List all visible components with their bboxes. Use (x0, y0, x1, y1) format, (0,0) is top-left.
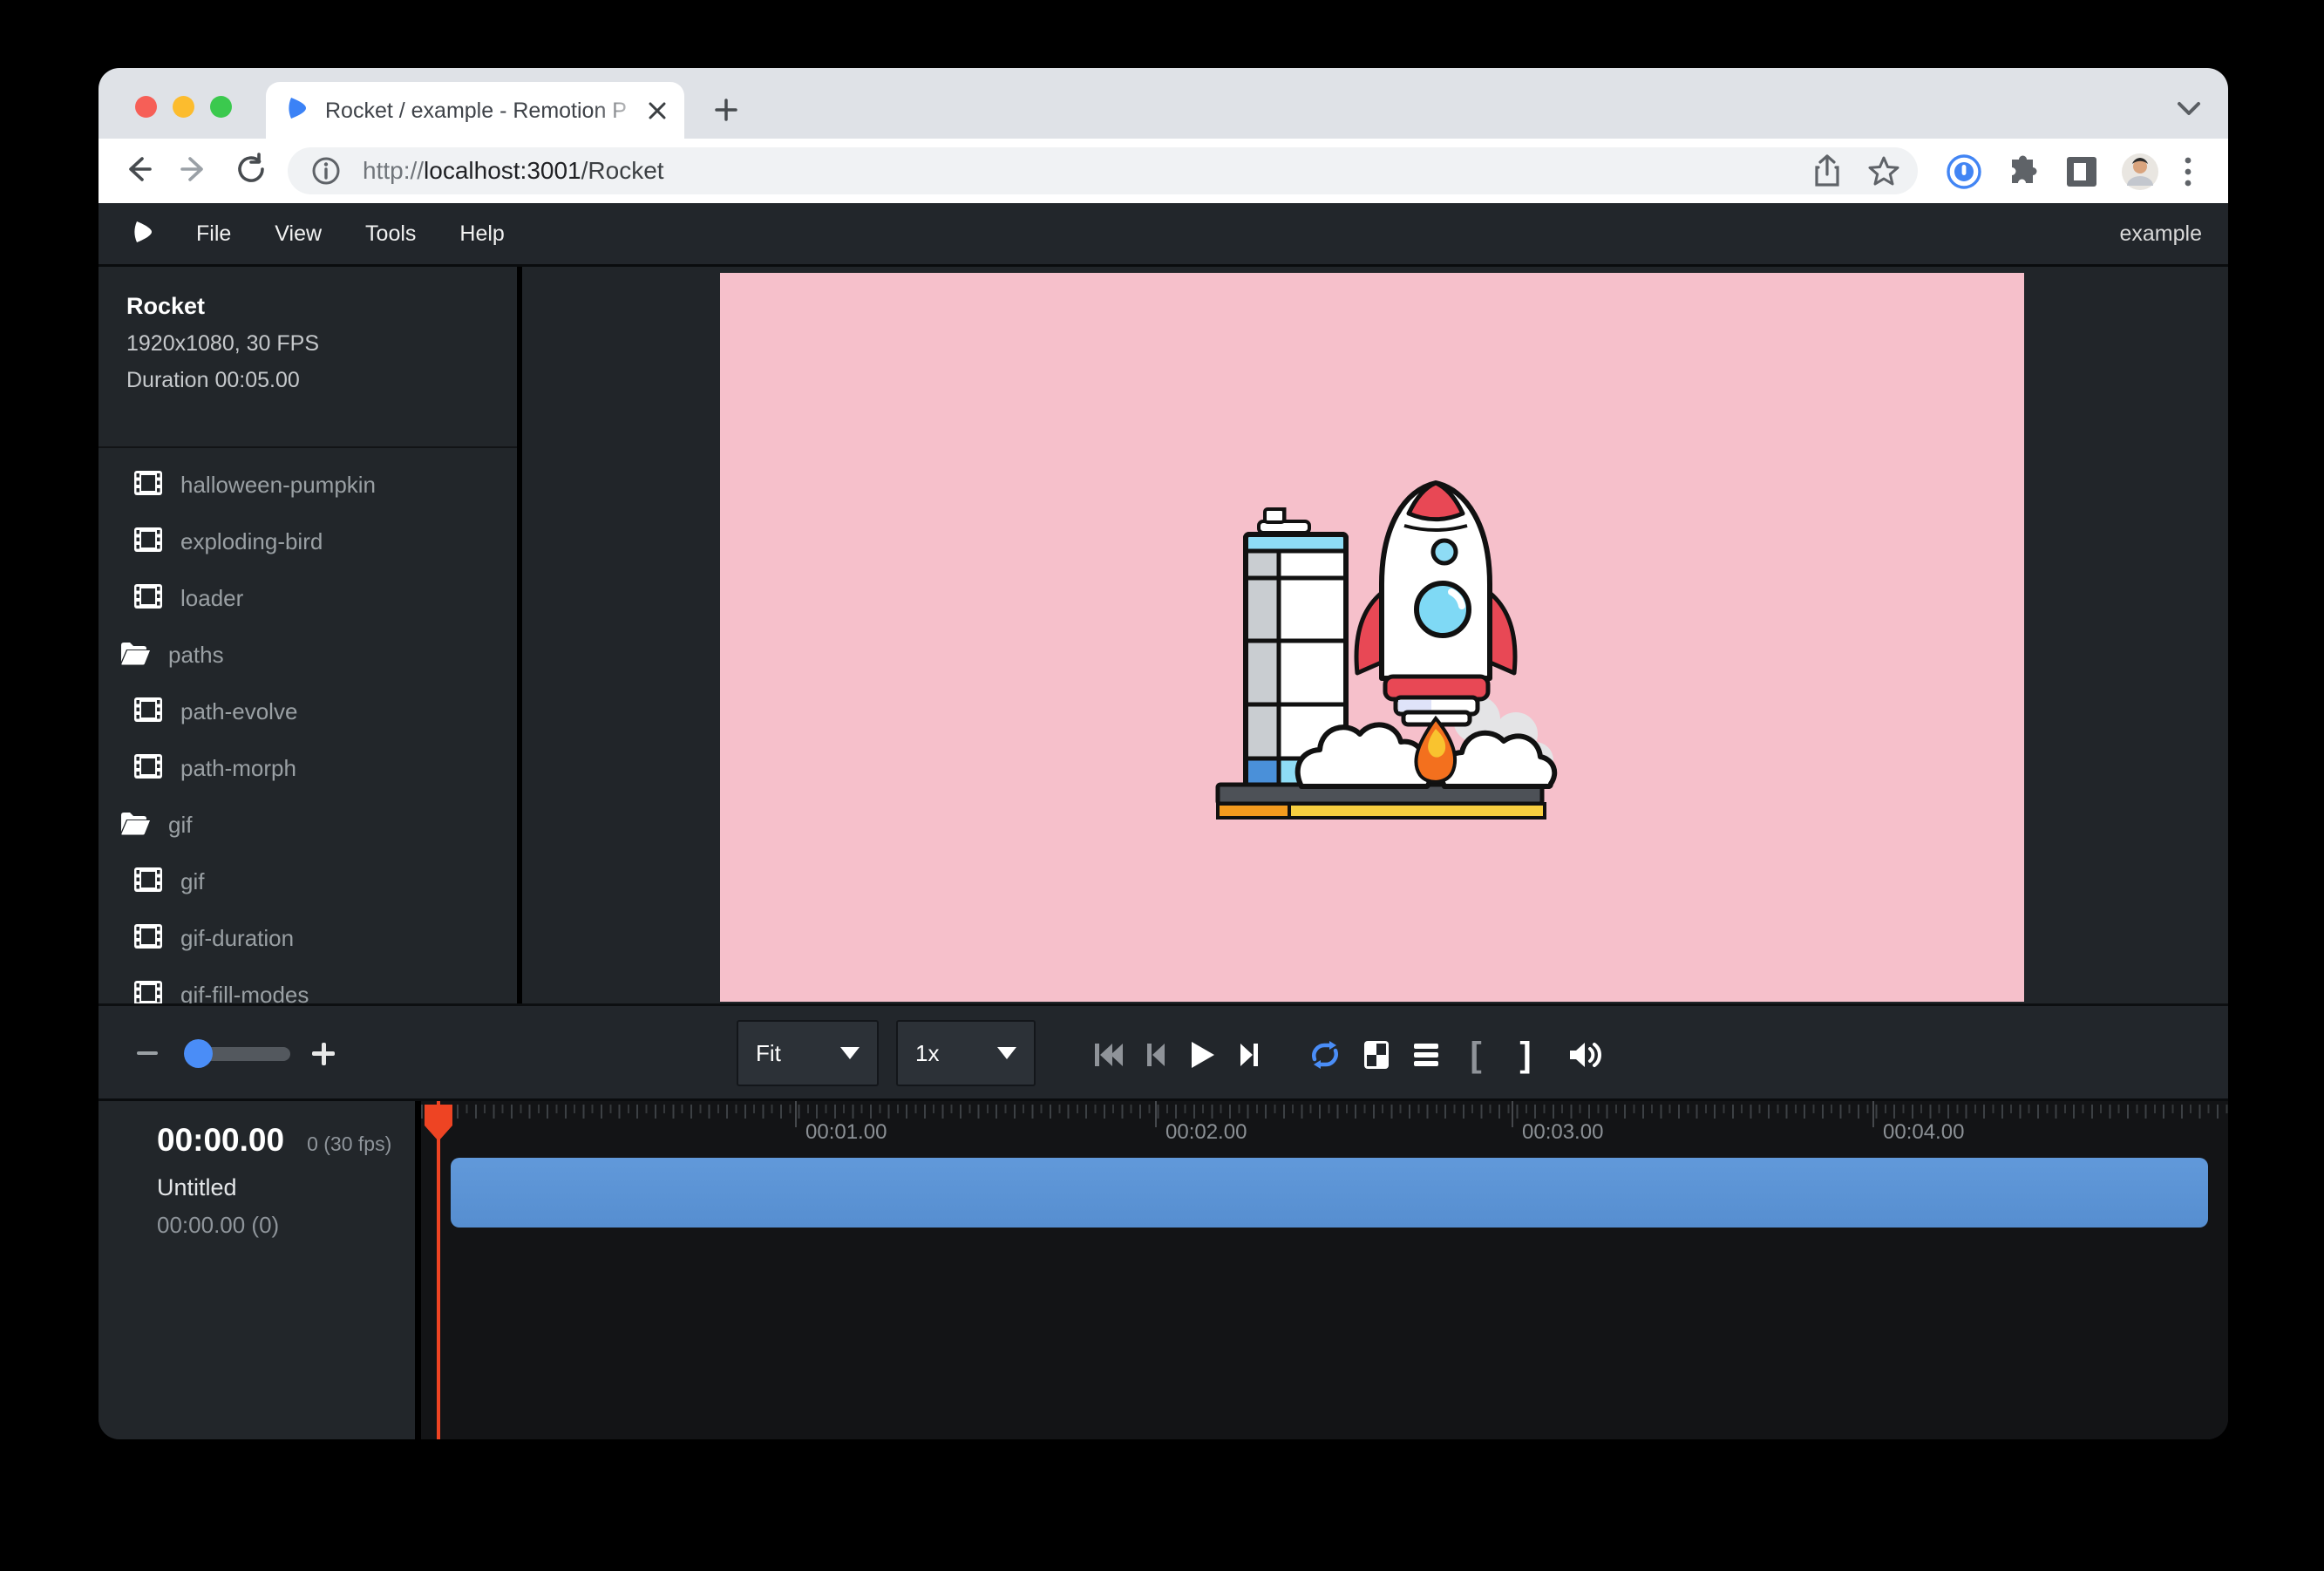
composition-label: halloween-pumpkin (180, 472, 376, 499)
new-tab-button[interactable] (713, 97, 739, 123)
tab-strip: Rocket / example - Remotion P (99, 68, 2228, 139)
browser-tab[interactable]: Rocket / example - Remotion P (266, 82, 684, 139)
previous-frame-icon[interactable] (1145, 1042, 1166, 1068)
sidebar-composition-path-morph[interactable]: path-morph (99, 740, 517, 797)
film-icon (133, 470, 163, 500)
browser-toolbar: http://localhost:3001/Rocket (99, 139, 2228, 203)
out-point-icon[interactable]: ] (1519, 1037, 1531, 1072)
timeline-sequence-bar[interactable] (451, 1158, 2208, 1228)
composition-list: halloween-pumpkin exploding-bird loader pat… (99, 457, 517, 1003)
timeline-track-area[interactable]: 00:01.00 00:02.00 00:03.00 00:04.00 (421, 1101, 2228, 1439)
sidebar-composition-gif-duration[interactable]: gif-duration (99, 910, 517, 967)
film-icon (133, 980, 163, 1003)
composition-label: gif (168, 812, 192, 839)
sidebar-folder-gif[interactable]: gif (99, 797, 517, 854)
rocket (1356, 483, 1515, 724)
in-point-icon[interactable]: [ (1470, 1037, 1481, 1072)
film-icon (133, 583, 163, 614)
film-icon (133, 527, 163, 557)
film-icon (133, 697, 163, 727)
remotion-logo-icon[interactable] (130, 219, 156, 249)
sidebar-composition-loader[interactable]: loader (99, 570, 517, 627)
search-tabs-chevron-icon[interactable] (2176, 99, 2202, 119)
project-name-label: example (2120, 221, 2203, 247)
timeline-info-panel: 00:00.00 0 (30 fps) Untitled 00:00.00 (0… (99, 1101, 421, 1439)
composition-label: paths (168, 642, 224, 669)
composition-duration: Duration 00:05.00 (126, 368, 319, 393)
transparency-checkerboard-icon[interactable] (1362, 1039, 1390, 1071)
folder-icon (119, 811, 151, 840)
browser-window: Rocket / example - Remotion P http://loc… (99, 68, 2228, 1439)
sidebar-composition-halloween-pumpkin[interactable]: halloween-pumpkin (99, 457, 517, 513)
sidebar-folder-paths[interactable]: paths (99, 627, 517, 683)
preview-toolbar: Fit 1x (99, 1003, 2228, 1101)
url-bar[interactable]: http://localhost:3001/Rocket (288, 147, 1918, 194)
film-icon (133, 753, 163, 784)
film-icon (133, 923, 163, 954)
composition-label: gif (180, 868, 204, 895)
extensions-puzzle-icon[interactable] (2005, 153, 2042, 190)
onepassword-extension-icon[interactable] (1946, 153, 1982, 190)
close-tab-icon[interactable] (646, 99, 669, 122)
sidebar-composition-gif[interactable]: gif (99, 854, 517, 910)
composition-label: loader (180, 585, 243, 612)
profile-avatar[interactable] (2121, 153, 2159, 191)
url-text: http://localhost:3001/Rocket (363, 157, 1811, 185)
play-icon[interactable] (1190, 1040, 1216, 1070)
composition-label: gif-fill-modes (180, 982, 309, 1003)
minimize-window-button[interactable] (173, 96, 194, 118)
menu-tools[interactable]: Tools (365, 221, 416, 247)
transport-controls: [ ] (99, 1006, 2228, 1098)
reload-icon[interactable] (234, 152, 268, 187)
composition-label: path-morph (180, 755, 296, 782)
rocket-illustration (1211, 462, 1603, 833)
sidebar-composition-gif-fill-modes[interactable]: gif-fill-modes (99, 967, 517, 1003)
tab-title: Rocket / example - Remotion P (325, 96, 646, 126)
current-time-display: 00:00.00 (157, 1122, 284, 1159)
menu-view[interactable]: View (275, 221, 322, 247)
composition-resolution: 1920x1080, 30 FPS (126, 331, 319, 357)
preview-area (522, 267, 2228, 1003)
site-info-icon[interactable] (310, 155, 342, 187)
composition-label: exploding-bird (180, 528, 323, 555)
current-frame-display: 0 (30 fps) (307, 1132, 391, 1156)
compositions-sidebar: Rocket 1920x1080, 30 FPS Duration 00:05.… (99, 267, 522, 1003)
rocket-flame (1416, 718, 1455, 782)
composition-label: path-evolve (180, 698, 297, 725)
remotion-menubar: File View Tools Help example (99, 203, 2228, 267)
volume-icon[interactable] (1567, 1039, 1602, 1071)
timeline-panel: 00:00.00 0 (30 fps) Untitled 00:00.00 (0… (99, 1101, 2228, 1439)
fullscreen-window-button[interactable] (210, 96, 232, 118)
folder-icon (119, 641, 151, 670)
video-canvas[interactable] (720, 273, 2024, 1002)
bookmark-star-icon[interactable] (1867, 154, 1900, 187)
sidebar-divider (99, 446, 517, 448)
forward-icon[interactable] (177, 152, 212, 187)
sidebar-composition-exploding-bird[interactable]: exploding-bird (99, 513, 517, 570)
track-name: Untitled (157, 1174, 415, 1201)
playhead-marker[interactable] (423, 1103, 454, 1147)
film-icon (133, 867, 163, 897)
close-window-button[interactable] (135, 96, 157, 118)
composition-info: Rocket 1920x1080, 30 FPS Duration 00:05.… (126, 293, 319, 393)
menu-file[interactable]: File (196, 221, 231, 247)
loop-icon[interactable] (1308, 1040, 1342, 1070)
track-meta: 00:00.00 (0) (157, 1212, 415, 1239)
sidebar-extension-icon[interactable] (2063, 153, 2100, 190)
window-controls (135, 96, 232, 118)
skip-to-start-icon[interactable] (1093, 1042, 1125, 1068)
playhead-line[interactable] (437, 1101, 440, 1439)
browser-menu-dots-icon[interactable] (2182, 154, 2194, 189)
next-frame-icon[interactable] (1239, 1042, 1260, 1068)
timeline-tracks-icon[interactable] (1412, 1042, 1440, 1068)
launch-platform (1218, 785, 1545, 818)
back-icon[interactable] (120, 152, 155, 187)
sidebar-composition-path-evolve[interactable]: path-evolve (99, 683, 517, 740)
share-icon[interactable] (1811, 153, 1843, 188)
remotion-favicon-icon (285, 95, 309, 126)
menu-help[interactable]: Help (459, 221, 504, 247)
composition-title: Rocket (126, 293, 319, 320)
composition-label: gif-duration (180, 925, 294, 952)
